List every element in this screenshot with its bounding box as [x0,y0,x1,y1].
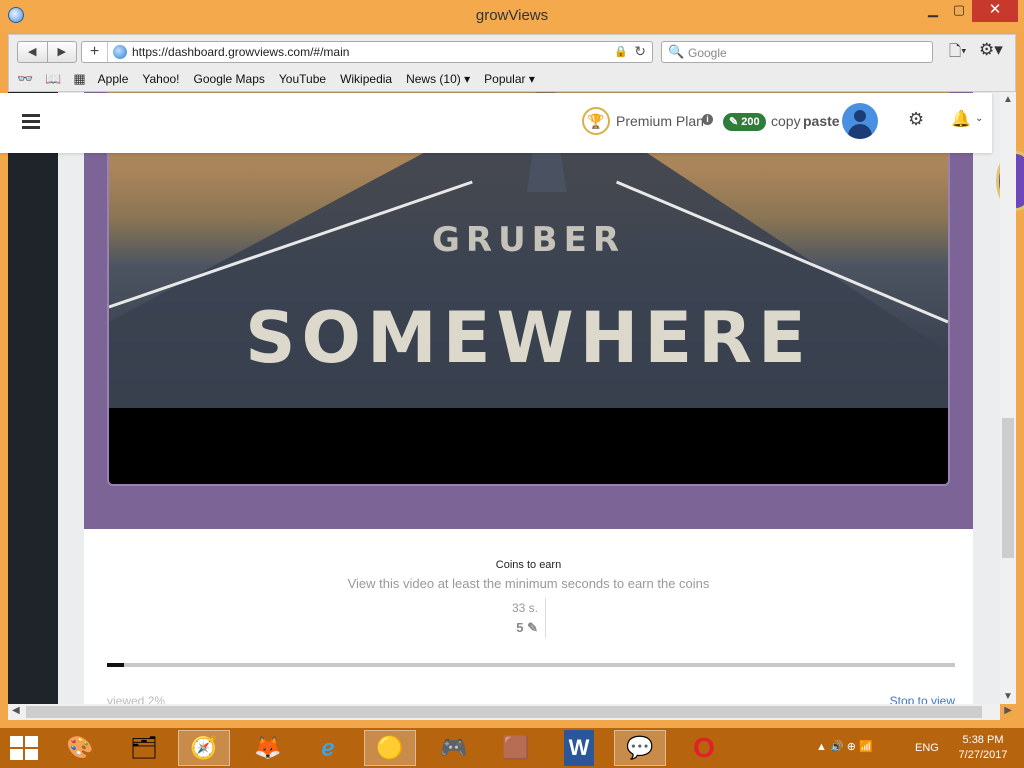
page-viewport: GRUBER SOMEWHERE Coins to earn View this… [8,92,1000,704]
lock-icon: 🔒 [614,46,628,58]
viewed-percent: viewed 2% [107,694,166,704]
browser-window: growViews ▁ ▢ ✕ ◀ ▶ + https://dashboard.… [0,0,1024,728]
page-menu-button[interactable]: 🗋▾ [949,41,967,66]
trophy-icon: 🏆 [582,107,610,135]
taskbar-app-minecraft[interactable]: 🟫 [490,730,542,766]
plan-label[interactable]: Premium Plan [616,113,704,129]
view-progress-bar [107,663,955,667]
bookmark-apple[interactable]: Apple [98,72,129,86]
taskbar-app-word[interactable]: W [564,730,594,766]
taskbar-app-steam[interactable]: 🎮 [428,730,480,766]
address-bar[interactable]: + https://dashboard.growviews.com/#/main… [81,41,653,63]
taskbar-app-discord[interactable]: 💬 [614,730,666,766]
reload-button[interactable]: ↻ [634,43,646,60]
url-text[interactable]: https://dashboard.growviews.com/#/main [132,45,349,59]
taskbar-app-chrome[interactable]: 🟡 [364,730,416,766]
sidebar [8,92,58,704]
clock-time: 5:38 PM [962,734,1004,746]
globe-icon [113,45,127,59]
minimize-button[interactable]: ▁ [920,0,946,22]
video-panel: GRUBER SOMEWHERE [84,92,973,529]
window-title: growViews [475,7,549,24]
view-progress-fill [107,663,124,667]
start-button[interactable] [10,736,38,760]
reading-list-icon[interactable]: 👓 [17,71,33,87]
hscroll-thumb[interactable] [26,706,982,718]
scroll-left-arrow[interactable]: ◀ [12,705,20,716]
coins-description: View this video at least the minimum sec… [347,576,710,591]
menu-icon[interactable] [22,114,40,129]
gear-icon[interactable]: ⚙ [908,109,924,130]
bookmarks-bar: 👓 📖 ▦ Apple Yahoo! Google Maps YouTube W… [17,69,549,89]
horizontal-scrollbar[interactable]: ◀ ▶ [8,704,1012,720]
system-tray[interactable]: ▲ 🔊 ⊕ 📶 [816,740,873,753]
taskbar: 🎨 🗂 🧭 🦊 ℯ 🟡 🎮 🟫 W 💬 O ▲ 🔊 ⊕ 📶 ENG 5:38 P… [0,728,1024,768]
clock-date: 7/27/2017 [958,749,1008,761]
info-icon[interactable]: i [702,114,713,125]
nav-buttons: ◀ ▶ [17,41,77,63]
browser-toolbar: ◀ ▶ + https://dashboard.growviews.com/#/… [8,34,1016,92]
divider [545,598,546,638]
coins-to-earn-title: Coins to earn [495,559,562,571]
coin-reward: 5 ✎ [516,620,538,635]
scroll-down-arrow[interactable]: ▼ [1000,691,1016,702]
maximize-button[interactable]: ▢ [946,0,972,22]
scroll-up-arrow[interactable]: ▲ [1000,94,1016,105]
taskbar-app-explorer[interactable]: 🗂 [118,730,170,766]
new-tab-button[interactable]: + [82,42,108,62]
search-placeholder[interactable]: Google [688,46,727,60]
forward-button[interactable]: ▶ [48,42,77,62]
vertical-scrollbar[interactable]: ▲ ▼ [1000,92,1016,704]
main-content: GRUBER SOMEWHERE Coins to earn View this… [84,92,973,704]
taskbar-app-firefox[interactable]: 🦊 [242,730,294,766]
video-overlay-subtitle: GRUBER [431,220,626,260]
taskbar-app-paint[interactable]: 🎨 [54,730,106,766]
video-letterbox [109,408,948,484]
min-seconds: 33 s. [511,601,538,615]
bookmarks-icon[interactable]: 📖 [45,71,61,87]
app-header: 🏆 Premium Plan i ✎ 200 copy paste ⚙ 🔔 ⌄ [0,93,992,153]
search-field[interactable]: 🔍 Google [661,41,933,63]
search-icon: 🔍 [668,44,685,59]
bookmark-youtube[interactable]: YouTube [279,72,326,86]
stop-to-view-link[interactable]: Stop to view [890,694,955,704]
taskbar-app-opera[interactable]: O [678,730,730,766]
avatar[interactable] [842,103,878,139]
chevron-down-icon[interactable]: ⌄ [975,113,983,124]
settings-menu-button[interactable]: ⚙▾ [979,40,1003,60]
top-sites-icon[interactable]: ▦ [73,71,85,87]
user-first-name[interactable]: copy [771,113,801,129]
back-button[interactable]: ◀ [18,42,48,62]
bookmark-popular[interactable]: Popular ▾ [484,72,535,86]
bell-icon[interactable]: 🔔 [951,109,971,129]
title-bar: growViews ▁ ▢ ✕ [0,0,1024,32]
bookmark-wikipedia[interactable]: Wikipedia [340,72,392,86]
user-last-name[interactable]: paste [803,113,840,129]
taskbar-app-safari[interactable]: 🧭 [178,730,230,766]
video-overlay-title: SOMEWHERE [245,297,812,379]
close-button[interactable]: ✕ [972,0,1018,22]
clock[interactable]: 5:38 PM 7/27/2017 [948,733,1018,763]
scroll-thumb[interactable] [1002,418,1014,558]
coin-balance-badge: ✎ 200 [723,113,766,131]
language-indicator[interactable]: ENG [915,742,939,754]
taskbar-app-ie[interactable]: ℯ [302,730,354,766]
bookmark-news[interactable]: News (10) ▾ [406,72,470,86]
scroll-right-arrow[interactable]: ▶ [1004,705,1012,716]
bookmark-yahoo[interactable]: Yahoo! [142,72,179,86]
bookmark-google-maps[interactable]: Google Maps [194,72,265,86]
